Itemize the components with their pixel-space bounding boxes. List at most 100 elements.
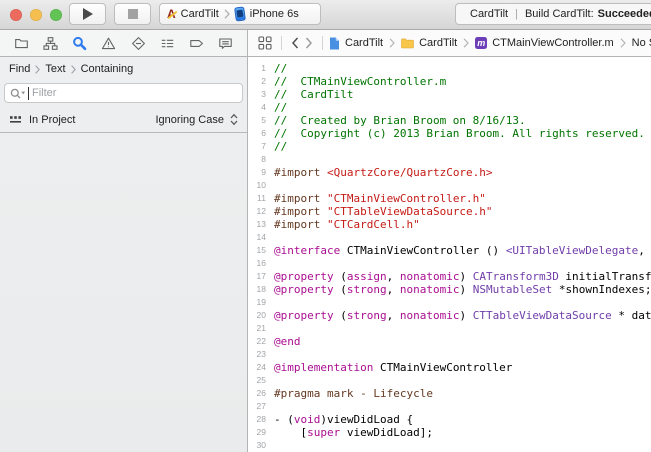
line-number[interactable]: 20 [248,309,274,322]
code-line-content[interactable]: // [274,101,287,114]
find-scope-button[interactable]: In Project [9,114,75,126]
line-number[interactable]: 8 [248,153,274,166]
scheme-selector[interactable]: A CardTilt iPhone 6s [159,3,321,25]
code-line: 7// [248,140,651,153]
find-scope-label[interactable]: In Project [29,114,75,126]
code-line: 23 [248,348,651,361]
code-line: 11#import "CTMainViewController.h" [248,192,651,205]
code-line-content[interactable]: #import "CTCardCell.h" [274,218,420,231]
line-number[interactable]: 24 [248,361,274,374]
zoom-window-button[interactable] [50,9,62,21]
line-number[interactable]: 12 [248,205,274,218]
line-number[interactable]: 7 [248,140,274,153]
code-line-content[interactable]: // Created by Brian Broom on 8/16/13. [274,114,526,127]
code-line-content[interactable]: @implementation CTMainViewController [274,361,512,374]
go-back-button[interactable] [291,37,299,49]
status-project-name: CardTilt [470,8,508,20]
line-number[interactable]: 11 [248,192,274,205]
test-navigator-icon[interactable] [130,35,146,51]
find-text-input[interactable] [32,87,237,99]
line-number[interactable]: 4 [248,101,274,114]
toolbar-row: CardTilt CardTilt mCTMainViewController.m N… [0,30,651,57]
line-number[interactable]: 2 [248,75,274,88]
close-window-button[interactable] [10,9,22,21]
issue-navigator-icon[interactable] [101,35,117,51]
jump-bar-item[interactable]: CardTilt [401,37,457,49]
code-line-content[interactable]: // [274,62,287,75]
go-forward-button[interactable] [305,37,313,49]
code-line-content[interactable]: @property (strong, nonatomic) NSMutableS… [274,283,651,296]
search-icon[interactable] [10,88,26,99]
code-line-content[interactable]: // CTMainViewController.m [274,75,446,88]
code-line-content[interactable]: // CardTilt [274,88,353,101]
code-line-content[interactable]: - (void)viewDidLoad { [274,413,413,426]
code-line: 19 [248,296,651,309]
jump-bar-item[interactable]: No Selection [632,37,651,49]
find-navigator-icon[interactable] [72,35,88,51]
chevron-right-icon [71,65,76,74]
related-items-icon[interactable] [258,36,272,50]
line-number[interactable]: 21 [248,322,274,335]
code-line: 13#import "CTCardCell.h" [248,218,651,231]
line-number[interactable]: 19 [248,296,274,309]
jump-bar-item-label: CTMainViewController.m [492,37,613,49]
chevron-right-icon [224,9,230,19]
code-line-content[interactable]: @property (strong, nonatomic) CTTableVie… [274,309,651,322]
code-line-content[interactable]: // Copyright (c) 2013 Brian Broom. All r… [274,127,645,140]
line-number[interactable]: 16 [248,257,274,270]
stop-button[interactable] [114,3,151,25]
find-mode-item-find[interactable]: Find [9,63,30,75]
code-line-content[interactable]: @end [274,335,301,348]
symbol-navigator-icon[interactable] [42,35,58,51]
code-line-content[interactable]: #import "CTTableViewDataSource.h" [274,205,493,218]
code-line-content[interactable]: @interface CTMainViewController () <UITa… [274,244,645,257]
code-line-content[interactable]: @property (assign, nonatomic) CATransfor… [274,270,651,283]
code-line-content[interactable]: #import <QuartzCore/QuartzCore.h> [274,166,493,179]
find-mode-item-text[interactable]: Text [45,63,65,75]
find-input-field[interactable] [4,83,243,103]
match-case-label[interactable]: Ignoring Case [156,114,225,126]
source-editor[interactable]: 1//2// CTMainViewController.m3// CardTil… [248,57,651,452]
scheme-device-label[interactable]: iPhone 6s [250,8,299,20]
line-number[interactable]: 3 [248,88,274,101]
jump-bar-item[interactable]: mCTMainViewController.m [475,37,613,49]
jump-bar-item[interactable]: CardTilt [329,37,383,50]
stepper-icon[interactable] [230,113,238,126]
line-number[interactable]: 28 [248,413,274,426]
line-number[interactable]: 1 [248,62,274,75]
chevron-right-icon [620,38,626,48]
scheme-target-label[interactable]: CardTilt [181,8,219,20]
line-number[interactable]: 17 [248,270,274,283]
status-build-label: Build CardTilt: [525,8,594,20]
project-navigator-icon[interactable] [13,35,29,51]
line-number[interactable]: 22 [248,335,274,348]
line-number[interactable]: 26 [248,387,274,400]
line-number[interactable]: 9 [248,166,274,179]
line-number[interactable]: 5 [248,114,274,127]
find-mode-item-containing[interactable]: Containing [81,63,134,75]
code-line-content[interactable]: #import "CTMainViewController.h" [274,192,486,205]
report-navigator-icon[interactable] [218,35,234,51]
code-line-content[interactable]: [super viewDidLoad]; [274,426,433,439]
code-line: 29 [super viewDidLoad]; [248,426,651,439]
breakpoint-navigator-icon[interactable] [189,35,205,51]
minimize-window-button[interactable] [30,9,42,21]
line-number[interactable]: 29 [248,426,274,439]
code-line: 5// Created by Brian Broom on 8/16/13. [248,114,651,127]
code-line-content[interactable]: #pragma mark - Lifecycle [274,387,433,400]
code-line-content[interactable]: // [274,140,287,153]
line-number[interactable]: 13 [248,218,274,231]
line-number[interactable]: 15 [248,244,274,257]
run-button[interactable] [69,3,106,25]
line-number[interactable]: 18 [248,283,274,296]
debug-navigator-icon[interactable] [159,35,175,51]
match-case-selector[interactable]: Ignoring Case [156,113,239,126]
line-number[interactable]: 14 [248,231,274,244]
line-number[interactable]: 23 [248,348,274,361]
line-number[interactable]: 25 [248,374,274,387]
line-number[interactable]: 10 [248,179,274,192]
line-number[interactable]: 6 [248,127,274,140]
code-line: 22@end [248,335,651,348]
line-number[interactable]: 27 [248,400,274,413]
line-number[interactable]: 30 [248,439,274,452]
